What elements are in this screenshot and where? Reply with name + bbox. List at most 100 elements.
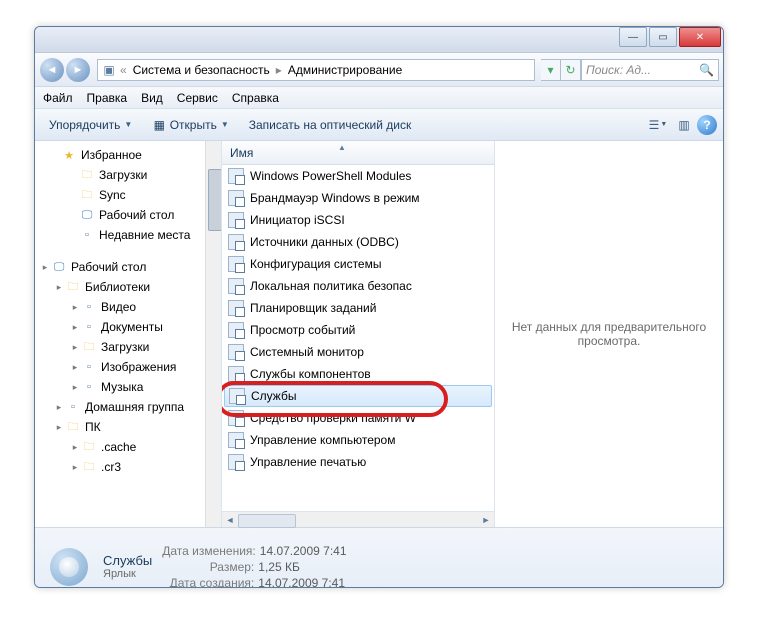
details-icon [45, 543, 93, 589]
tree-item[interactable]: ▸▫Видео [35, 297, 221, 317]
fld-icon: 🗀 [65, 279, 81, 295]
shortcut-icon [228, 256, 244, 272]
tree-item[interactable]: ★Избранное [35, 145, 221, 165]
shortcut-icon [229, 388, 245, 404]
file-item[interactable]: Службы [224, 385, 492, 407]
breadcrumb-item[interactable]: Система и безопасность [127, 63, 276, 77]
dsk-icon: 🖵 [79, 207, 95, 223]
tree-item[interactable]: ▸🖵Рабочий стол [35, 257, 221, 277]
generic-icon: ▫ [81, 379, 97, 395]
nav-bar: ◄ ► ▣ « Система и безопасность ▸ Админис… [35, 53, 723, 87]
fld-icon: 🗀 [81, 459, 97, 475]
shortcut-icon [228, 410, 244, 426]
details-type: Ярлык [103, 568, 152, 580]
menu-file[interactable]: Файл [43, 91, 73, 105]
file-item[interactable]: Управление печатью [222, 451, 494, 473]
star-icon: ★ [61, 147, 77, 163]
tree-item[interactable]: 🖵Рабочий стол [35, 205, 221, 225]
scroll-left-icon[interactable]: ◄ [222, 512, 238, 528]
file-item[interactable]: Инициатор iSCSI [222, 209, 494, 231]
address-dropdown[interactable]: ▾ [541, 59, 561, 81]
generic-icon: ▫ [81, 359, 97, 375]
file-item[interactable]: Планировщик заданий [222, 297, 494, 319]
tree-item[interactable]: ▸▫Музыка [35, 377, 221, 397]
address-bar[interactable]: ▣ « Система и безопасность ▸ Администрир… [97, 59, 535, 81]
shortcut-icon [228, 278, 244, 294]
generic-icon: ▫ [79, 227, 95, 243]
view-mode-button[interactable]: ☰▼ [647, 114, 669, 136]
shortcut-icon [228, 322, 244, 338]
menu-tools[interactable]: Сервис [177, 91, 218, 105]
forward-button[interactable]: ► [66, 58, 90, 82]
tree-item[interactable]: ▸🗀ПК [35, 417, 221, 437]
titlebar[interactable]: — ▭ ✕ [35, 27, 723, 53]
navigation-tree[interactable]: ★Избранное🗀Загрузки🗀Sync🖵Рабочий стол▫Не… [35, 141, 222, 527]
file-item[interactable]: Управление компьютером [222, 429, 494, 451]
preview-pane-button[interactable]: ▥ [673, 114, 695, 136]
tree-item[interactable]: ▸🗀Библиотеки [35, 277, 221, 297]
help-button[interactable]: ? [697, 115, 717, 135]
gear-icon [50, 548, 88, 586]
shortcut-icon [228, 432, 244, 448]
tree-item[interactable]: ▸▫Документы [35, 317, 221, 337]
search-icon: 🔍 [699, 63, 714, 77]
tree-item[interactable]: ▸🗀.cr3 [35, 457, 221, 477]
tree-item[interactable]: ▸▫Домашняя группа [35, 397, 221, 417]
organize-button[interactable]: Упорядочить▼ [41, 113, 140, 137]
file-item[interactable]: Средство проверки памяти W [222, 407, 494, 429]
details-pane: Службы Ярлык Дата изменения:14.07.2009 7… [35, 527, 723, 588]
file-item[interactable]: Брандмауэр Windows в режим [222, 187, 494, 209]
maximize-button[interactable]: ▭ [649, 27, 677, 47]
location-icon: ▣ [102, 63, 116, 77]
shortcut-icon [228, 190, 244, 206]
tree-item[interactable]: ▸🗀.cache [35, 437, 221, 457]
tree-item[interactable]: ▫Недавние места [35, 225, 221, 245]
open-button[interactable]: ▦ Открыть▼ [144, 113, 236, 137]
file-item[interactable]: Конфигурация системы [222, 253, 494, 275]
breadcrumb-prefix: « [120, 63, 127, 77]
file-item[interactable]: Локальная политика безопас [222, 275, 494, 297]
tree-item[interactable]: ▸🗀Загрузки [35, 337, 221, 357]
menu-bar: Файл Правка Вид Сервис Справка [35, 87, 723, 109]
shortcut-icon [228, 168, 244, 184]
close-button[interactable]: ✕ [679, 27, 721, 47]
open-icon: ▦ [152, 118, 166, 132]
search-input[interactable]: Поиск: Ад... 🔍 [581, 59, 719, 81]
scroll-right-icon[interactable]: ► [478, 512, 494, 528]
scrollbar-vertical[interactable] [205, 141, 221, 527]
shortcut-icon [228, 454, 244, 470]
fld-icon: 🗀 [79, 167, 95, 183]
details-properties: Дата изменения:14.07.2009 7:41 Размер:1,… [162, 543, 346, 589]
preview-empty-text: Нет данных для предварительного просмотр… [505, 320, 713, 348]
file-list-pane: Имя ▲ Windows PowerShell ModulesБрандмау… [222, 141, 495, 527]
tree-item[interactable]: 🗀Sync [35, 185, 221, 205]
column-header-name[interactable]: Имя ▲ [222, 141, 494, 165]
minimize-button[interactable]: — [619, 27, 647, 47]
file-item[interactable]: Источники данных (ODBC) [222, 231, 494, 253]
file-item[interactable]: Windows PowerShell Modules [222, 165, 494, 187]
generic-icon: ▫ [81, 319, 97, 335]
file-item[interactable]: Службы компонентов [222, 363, 494, 385]
sort-indicator-icon: ▲ [338, 143, 346, 152]
file-list[interactable]: Windows PowerShell ModulesБрандмауэр Win… [222, 165, 494, 511]
scrollbar-horizontal[interactable]: ◄ ► [222, 511, 494, 527]
dsk-icon: 🖵 [51, 259, 67, 275]
file-item[interactable]: Системный монитор [222, 341, 494, 363]
preview-pane: Нет данных для предварительного просмотр… [495, 141, 723, 527]
command-bar: Упорядочить▼ ▦ Открыть▼ Записать на опти… [35, 109, 723, 141]
back-button[interactable]: ◄ [40, 58, 64, 82]
tree-item[interactable]: 🗀Загрузки [35, 165, 221, 185]
burn-button[interactable]: Записать на оптический диск [241, 113, 420, 137]
menu-view[interactable]: Вид [141, 91, 163, 105]
shortcut-icon [228, 234, 244, 250]
menu-help[interactable]: Справка [232, 91, 279, 105]
breadcrumb-item[interactable]: Администрирование [282, 63, 408, 77]
explorer-window: — ▭ ✕ ◄ ► ▣ « Система и безопасность ▸ А… [34, 26, 724, 588]
fld-icon: 🗀 [79, 187, 95, 203]
search-placeholder: Поиск: Ад... [586, 63, 651, 77]
menu-edit[interactable]: Правка [87, 91, 128, 105]
tree-item[interactable]: ▸▫Изображения [35, 357, 221, 377]
refresh-button[interactable]: ↻ [561, 59, 581, 81]
file-item[interactable]: Просмотр событий [222, 319, 494, 341]
fld-icon: 🗀 [81, 339, 97, 355]
